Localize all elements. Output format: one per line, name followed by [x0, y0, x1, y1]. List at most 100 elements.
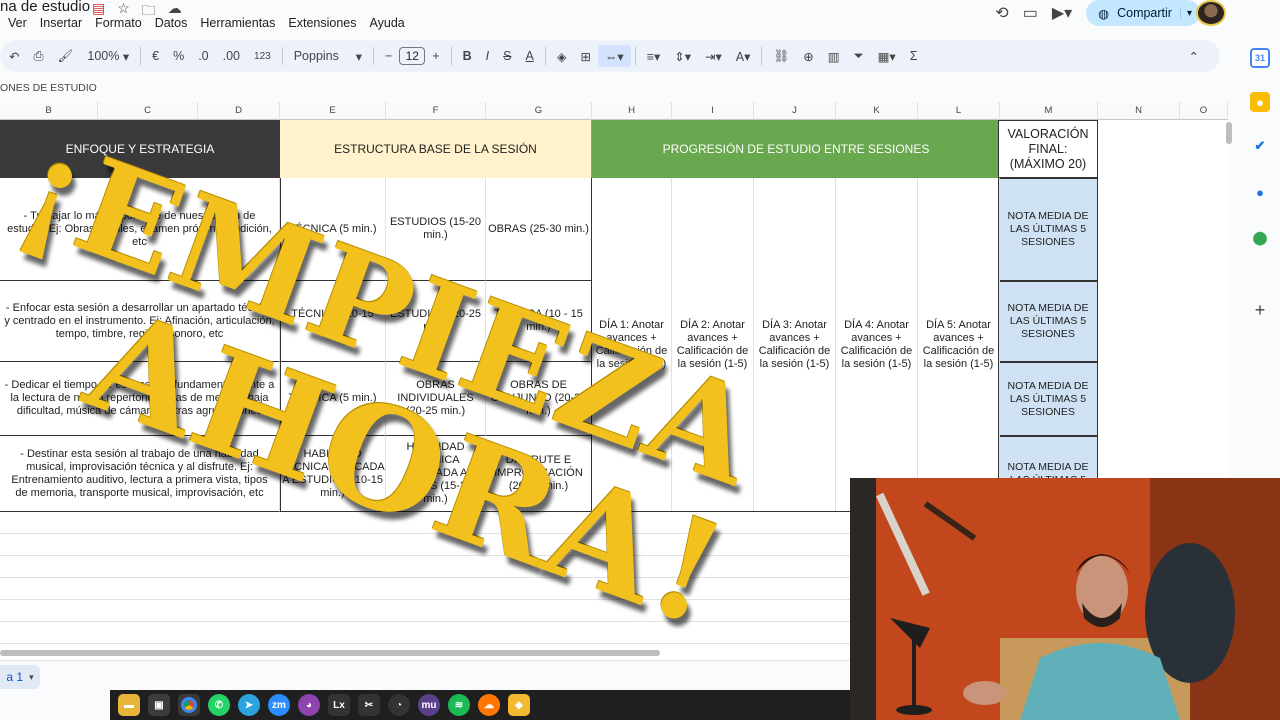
soundcloud-icon[interactable]: ☁	[478, 694, 500, 716]
divider	[372, 47, 374, 65]
italic-icon[interactable]: I	[479, 49, 496, 63]
column-header-j[interactable]: J	[754, 102, 836, 120]
contacts-icon[interactable]: ●	[1250, 182, 1270, 202]
binance-icon[interactable]: ◆	[508, 694, 530, 716]
cell-dia-3[interactable]: DÍA 3: Anotar avances + Calificación de …	[754, 178, 836, 512]
divider	[544, 47, 546, 65]
sheet-tab-bar: a 1 ▾	[0, 660, 850, 690]
font-size-decrease-icon[interactable]: −	[378, 49, 399, 63]
divider	[450, 47, 452, 65]
increase-decimal-button[interactable]: .00	[216, 49, 247, 63]
horizontal-align-icon[interactable]: ≡▾	[640, 49, 668, 64]
column-header-f[interactable]: F	[386, 102, 486, 120]
speed-app-icon[interactable]: ◔	[388, 694, 410, 716]
number-format-button[interactable]: 123	[247, 51, 278, 62]
calendar-icon[interactable]: 31	[1250, 48, 1270, 68]
avatar[interactable]	[1196, 0, 1226, 26]
menu-datos[interactable]: Datos	[155, 16, 188, 30]
text-rotation-icon[interactable]: A▾	[729, 49, 758, 64]
chevron-down-icon[interactable]: ▾	[29, 672, 34, 683]
column-header-i[interactable]: I	[672, 102, 754, 120]
cell-nota-3[interactable]: NOTA MEDIA DE LAS ÚLTIMAS 5 SESIONES	[998, 362, 1098, 436]
history-icon[interactable]: ⟲	[995, 3, 1008, 23]
decrease-decimal-button[interactable]: .0	[191, 49, 215, 63]
comment-icon[interactable]: ▭	[1023, 3, 1038, 23]
menu-ayuda[interactable]: Ayuda	[370, 16, 405, 30]
link-icon[interactable]: ⛓	[766, 49, 796, 64]
insert-chart-icon[interactable]: ▥	[821, 49, 847, 64]
cell-g-1[interactable]: OBRAS (25-30 min.)	[486, 178, 592, 281]
fill-color-icon[interactable]: ◈	[550, 49, 574, 64]
sheet-tab-active[interactable]: a 1 ▾	[0, 665, 40, 689]
whatsapp-icon[interactable]: ✆	[208, 694, 230, 716]
capcut-icon[interactable]: ✂	[358, 694, 380, 716]
menu-formato[interactable]: Formato	[95, 16, 142, 30]
cell-dia-4[interactable]: DÍA 4: Anotar avances + Calificación de …	[836, 178, 918, 512]
share-button[interactable]: ◍ Compartir ▾	[1086, 0, 1200, 26]
zoom-icon[interactable]: zm	[268, 694, 290, 716]
paint-format-icon[interactable]: 🖌	[51, 49, 81, 64]
tasks-icon[interactable]: ✔	[1250, 136, 1270, 156]
strikethrough-icon[interactable]: S	[496, 49, 518, 63]
merge-cells-icon[interactable]: ⇔▾	[597, 45, 631, 67]
column-header-h[interactable]: H	[592, 102, 672, 120]
band-valoracion[interactable]: VALORACIÓN FINAL: (MÁXIMO 20)	[998, 120, 1098, 178]
filter-views-icon[interactable]: ▦▾	[871, 49, 903, 64]
menu-herramientas[interactable]: Herramientas	[200, 16, 275, 30]
zoom-value: 100%	[87, 49, 120, 63]
menu-ver[interactable]: Ver	[8, 16, 27, 30]
band-progresion[interactable]: PROGRESIÓN DE ESTUDIO ENTRE SESIONES	[592, 120, 1000, 178]
lx-app-icon[interactable]: Lx	[328, 694, 350, 716]
telegram-icon[interactable]: ➤	[238, 694, 260, 716]
add-addon-icon[interactable]: +	[1250, 300, 1270, 320]
column-header-m[interactable]: M	[1000, 102, 1098, 120]
print-icon[interactable]: ⎙	[26, 49, 50, 64]
functions-icon[interactable]: Σ	[903, 49, 925, 63]
column-header-b[interactable]: B	[0, 102, 98, 120]
cell-dia-5[interactable]: DÍA 5: Anotar avances + Calificación de …	[918, 178, 1000, 512]
column-header-d[interactable]: D	[198, 102, 280, 120]
bold-icon[interactable]: B	[456, 49, 479, 63]
name-box[interactable]: ONES DE ESTUDIO	[0, 82, 97, 94]
file-explorer-icon[interactable]: ▬	[118, 694, 140, 716]
font-family-select[interactable]: Poppins ▾	[287, 49, 369, 64]
toolbar: ↶ ⎙ 🖌 100% ▾ € % .0 .00 123 Poppins ▾ − 1…	[0, 40, 1220, 72]
font-size-input[interactable]: 12	[399, 47, 426, 65]
font-size-increase-icon[interactable]: +	[425, 49, 446, 63]
column-header-k[interactable]: K	[836, 102, 918, 120]
video-call-icon[interactable]: ▶▾	[1052, 3, 1072, 23]
horizontal-scrollbar[interactable]	[0, 650, 660, 656]
currency-button[interactable]: €	[145, 49, 166, 63]
spotify-icon[interactable]: ≋	[448, 694, 470, 716]
collapse-toolbar-icon[interactable]: ⌃	[1182, 49, 1206, 64]
column-header-e[interactable]: E	[280, 102, 386, 120]
undo-icon[interactable]: ↶	[2, 49, 26, 64]
band-estructura[interactable]: ESTRUCTURA BASE DE LA SESIÓN	[280, 120, 592, 178]
keep-icon[interactable]: ●	[1250, 92, 1270, 112]
document-title[interactable]: na de estudio	[0, 0, 90, 15]
filter-icon[interactable]: ⏷	[847, 49, 871, 64]
vertical-align-icon[interactable]: ⇕▾	[667, 49, 698, 64]
maps-icon[interactable]: ⬤	[1250, 228, 1270, 248]
column-header-o[interactable]: O	[1180, 102, 1228, 120]
menu-insertar[interactable]: Insertar	[40, 16, 82, 30]
column-header-l[interactable]: L	[918, 102, 1000, 120]
borders-icon[interactable]: ⊞	[573, 49, 597, 64]
text-color-icon[interactable]: A	[518, 49, 540, 63]
zoom-select[interactable]: 100% ▾	[80, 49, 136, 64]
store-icon[interactable]: ▣	[148, 694, 170, 716]
percent-button[interactable]: %	[166, 49, 191, 63]
column-header-n[interactable]: N	[1098, 102, 1180, 120]
musescore-icon[interactable]: mu	[418, 694, 440, 716]
share-dropdown-icon[interactable]: ▾	[1179, 7, 1192, 19]
chrome-icon[interactable]	[178, 694, 200, 716]
text-wrap-icon[interactable]: ⇥▾	[698, 49, 729, 64]
cell-nota-1[interactable]: NOTA MEDIA DE LAS ÚLTIMAS 5 SESIONES	[998, 178, 1098, 281]
menu-extensiones[interactable]: Extensiones	[288, 16, 356, 30]
insert-comment-icon[interactable]: ⊕	[796, 49, 820, 64]
cell-nota-2[interactable]: NOTA MEDIA DE LAS ÚLTIMAS 5 SESIONES	[998, 281, 1098, 362]
column-header-g[interactable]: G	[486, 102, 592, 120]
app-icon[interactable]: ◕	[298, 694, 320, 716]
column-header-c[interactable]: C	[98, 102, 198, 120]
vertical-scrollbar[interactable]	[1226, 122, 1232, 144]
